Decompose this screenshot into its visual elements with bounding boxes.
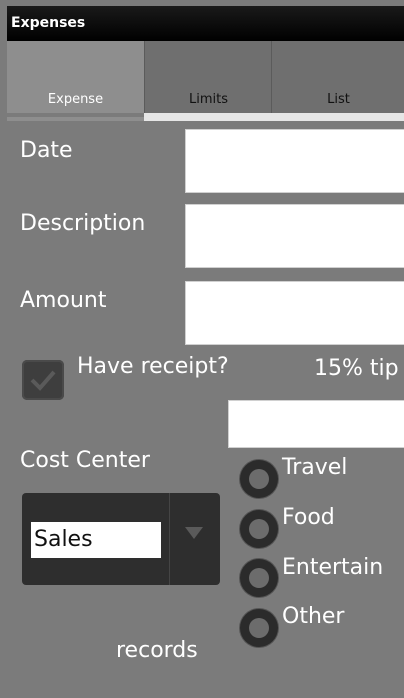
radio-food-label: Food xyxy=(282,505,335,530)
tab-expense[interactable]: Expense xyxy=(7,41,144,113)
cost-center-label: Cost Center xyxy=(20,448,150,473)
radio-inner xyxy=(249,469,269,489)
date-field[interactable] xyxy=(185,129,404,193)
spinner-divider xyxy=(169,493,170,585)
cost-center-spinner[interactable]: Sales xyxy=(22,493,220,585)
tab-bar-underline xyxy=(144,113,404,121)
radio-other-label: Other xyxy=(282,604,345,629)
radio-other[interactable] xyxy=(240,609,278,647)
radio-inner xyxy=(249,568,269,588)
tab-selected-indicator xyxy=(7,117,144,121)
amount-label: Amount xyxy=(20,288,107,313)
tab-list-label: List xyxy=(327,92,350,107)
tip-label: 15% tip xyxy=(314,356,399,381)
radio-travel-label: Travel xyxy=(282,455,348,480)
tab-limits[interactable]: Limits xyxy=(144,41,272,113)
amount-field[interactable] xyxy=(185,281,404,345)
description-field[interactable] xyxy=(185,204,404,268)
dropdown-arrow-icon xyxy=(185,527,203,539)
radio-entertain-label: Entertain xyxy=(282,555,384,580)
receipt-label: Have receipt? xyxy=(77,354,229,379)
tab-list[interactable]: List xyxy=(271,41,404,113)
records-label[interactable]: records xyxy=(116,638,198,663)
check-icon xyxy=(30,370,56,391)
tab-limits-label: Limits xyxy=(189,92,228,107)
tab-bar: Expense Limits List xyxy=(7,41,404,123)
radio-travel[interactable] xyxy=(240,460,278,498)
radio-entertain[interactable] xyxy=(240,559,278,597)
receipt-checkbox[interactable] xyxy=(22,360,64,400)
radio-inner xyxy=(249,519,269,539)
tab-expense-label: Expense xyxy=(47,92,104,107)
cost-center-value: Sales xyxy=(31,522,161,558)
tip-field[interactable] xyxy=(228,400,404,448)
date-label: Date xyxy=(20,138,73,163)
radio-food[interactable] xyxy=(240,510,278,548)
description-label: Description xyxy=(20,211,146,236)
app-title: Expenses xyxy=(11,15,86,31)
radio-inner xyxy=(249,618,269,638)
title-bar: Expenses xyxy=(7,6,404,41)
